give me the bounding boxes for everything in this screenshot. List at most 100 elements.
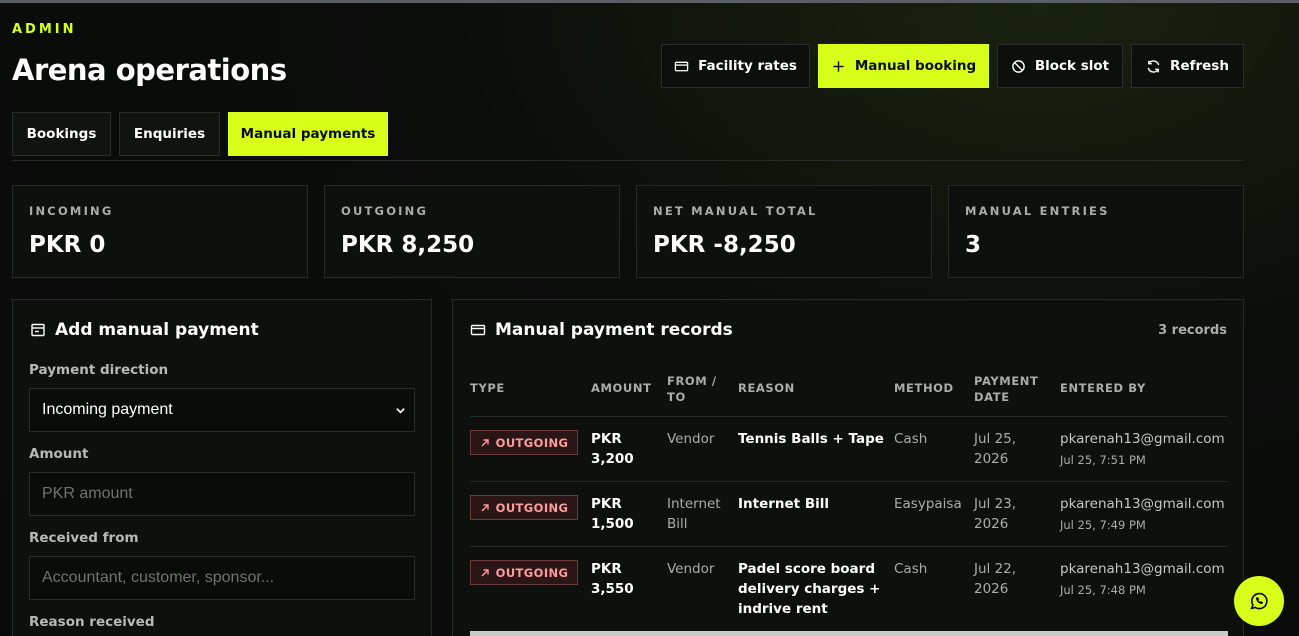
col-method: METHOD (894, 381, 954, 395)
records-panel: Manual payment records 3 records TYPE AM… (452, 299, 1244, 636)
col-payment-date-line1: PAYMENT (974, 374, 1039, 388)
entered-time: Jul 25, 7:51 PM (1060, 453, 1146, 467)
method-cell: Cash (894, 561, 928, 577)
date-cell: Jul 23, 2026 (974, 494, 1044, 534)
refresh-label: Refresh (1170, 58, 1229, 74)
stat-value: 3 (965, 232, 982, 258)
stat-card-incoming: INCOMING PKR 0 (12, 185, 308, 278)
tab-bookings[interactable]: Bookings (12, 112, 111, 156)
add-payment-title: Add manual payment (30, 320, 259, 340)
ban-icon (1012, 59, 1025, 73)
reason-cell: Internet Bill (738, 494, 886, 514)
tab-manual-payments[interactable]: Manual payments (228, 112, 388, 156)
card-icon (674, 61, 689, 71)
scrollbar-thumb[interactable] (470, 631, 1228, 636)
method-cell: Cash (894, 431, 928, 447)
stat-label: OUTGOING (341, 204, 429, 218)
amount-input[interactable]: PKR amount (29, 472, 415, 516)
whatsapp-icon (1250, 592, 1268, 610)
amount-label: Amount (29, 446, 89, 462)
amount-currency: PKR (591, 561, 622, 577)
stat-value: PKR 0 (29, 232, 106, 258)
card-icon (470, 324, 486, 336)
reason-cell: Tennis Balls + Tape (738, 429, 886, 449)
block-slot-label: Block slot (1034, 58, 1110, 74)
amount-cell: PKR 3,200 (591, 429, 651, 469)
amount-currency: PKR (591, 496, 622, 512)
col-payment-date-line2: DATE (974, 390, 1010, 404)
stat-label: NET MANUAL TOTAL (653, 204, 818, 218)
from-to-line1: Vendor (667, 431, 715, 447)
stat-card-manual-entries: MANUAL ENTRIES 3 (948, 185, 1244, 278)
table-divider (470, 416, 1228, 417)
col-from-to-line2: TO (667, 390, 686, 404)
col-type: TYPE (470, 381, 505, 395)
refresh-button[interactable]: Refresh (1131, 44, 1244, 88)
amount-cell: PKR 3,550 (591, 559, 651, 599)
date-line2: 2026 (974, 451, 1009, 467)
from-to-cell: Vendor (667, 559, 727, 579)
date-cell: Jul 22, 2026 (974, 559, 1044, 599)
amount-currency: PKR (591, 431, 622, 447)
manual-booking-button[interactable]: Manual booking (818, 44, 989, 88)
received-from-input[interactable]: Accountant, customer, sponsor... (29, 556, 415, 600)
facility-rates-label: Facility rates (698, 58, 797, 74)
stat-label: MANUAL ENTRIES (965, 204, 1110, 218)
entered-time: Jul 25, 7:49 PM (1060, 518, 1146, 532)
arrow-up-right-icon (481, 568, 489, 576)
refresh-icon (1147, 59, 1160, 73)
status-badge-label: OUTGOING (495, 565, 569, 580)
from-to-cell: Internet Bill (667, 494, 727, 534)
from-to-line1: Internet (667, 496, 721, 512)
arrow-up-right-icon (481, 438, 489, 446)
tabs-divider (12, 160, 1244, 161)
reason-line1: Padel score board (738, 561, 875, 577)
stat-value: PKR 8,250 (341, 232, 475, 258)
reason-line1: Internet Bill (738, 496, 829, 512)
from-to-line1: Vendor (667, 561, 715, 577)
wallet-icon (31, 323, 45, 337)
records-title: Manual payment records (470, 320, 733, 340)
entered-time: Jul 25, 7:48 PM (1060, 583, 1146, 597)
status-badge: OUTGOING (470, 560, 578, 585)
add-payment-title-text: Add manual payment (55, 320, 259, 340)
tab-enquiries[interactable]: Enquiries (119, 112, 220, 156)
chevron-down-icon (396, 408, 405, 414)
status-badge: OUTGOING (470, 430, 578, 455)
col-from-to: FROM / TO (667, 373, 717, 405)
stat-card-outgoing: OUTGOING PKR 8,250 (324, 185, 620, 278)
status-badge-label: OUTGOING (495, 435, 569, 450)
records-count: 3 records (1158, 323, 1227, 338)
plus-icon (833, 60, 844, 72)
direction-label: Payment direction (29, 362, 169, 378)
amount-number: 1,500 (591, 516, 634, 532)
method-cell: Easypaisa (894, 496, 962, 512)
window-top-border (0, 0, 1299, 3)
reason-line3: indrive rent (738, 601, 828, 617)
col-reason: REASON (738, 381, 795, 395)
stat-card-net-total: NET MANUAL TOTAL PKR -8,250 (636, 185, 932, 278)
col-entered-by: ENTERED BY (1060, 381, 1146, 395)
received-from-label: Received from (29, 530, 139, 546)
entered-by-cell: pkarenah13@gmail.com (1060, 496, 1225, 512)
status-badge-label: OUTGOING (495, 500, 569, 515)
row-divider (470, 481, 1228, 482)
records-title-text: Manual payment records (495, 320, 733, 340)
date-line2: 2026 (974, 581, 1009, 597)
facility-rates-button[interactable]: Facility rates (661, 44, 810, 88)
manual-booking-label: Manual booking (854, 58, 977, 74)
horizontal-scrollbar[interactable] (470, 631, 1228, 636)
status-badge: OUTGOING (470, 495, 578, 520)
whatsapp-chat-button[interactable] (1234, 576, 1284, 626)
date-line2: 2026 (974, 516, 1009, 532)
stat-label: INCOMING (29, 204, 114, 218)
block-slot-button[interactable]: Block slot (997, 44, 1123, 88)
date-line1: Jul 22, (974, 561, 1017, 577)
direction-select[interactable]: Incoming payment (29, 388, 415, 432)
col-from-to-line1: FROM / (667, 374, 717, 388)
from-to-cell: Vendor (667, 429, 727, 449)
date-line1: Jul 23, (974, 496, 1017, 512)
stat-value: PKR -8,250 (653, 232, 796, 258)
date-line1: Jul 25, (974, 431, 1017, 447)
arrow-up-right-icon (481, 503, 489, 511)
